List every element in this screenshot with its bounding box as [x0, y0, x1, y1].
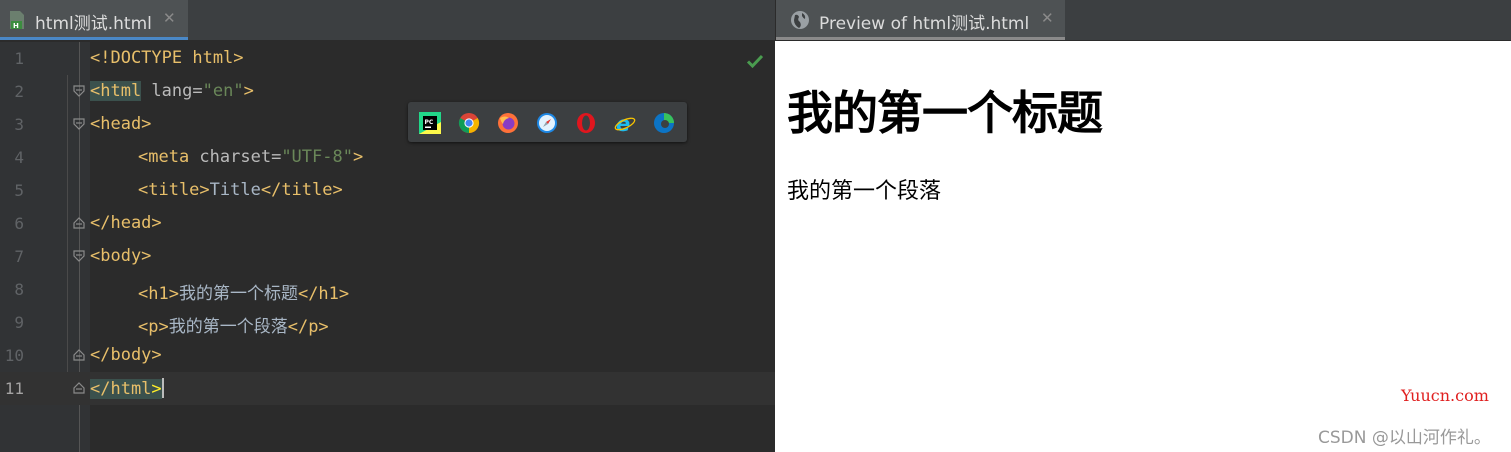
p-open-tag: <p> [138, 317, 169, 337]
close-icon[interactable]: ✕ [1041, 9, 1054, 27]
lang-value: "en" [202, 81, 244, 101]
globe-icon [791, 11, 809, 29]
code-line: 1 <!DOCTYPE html> [0, 42, 775, 75]
line-number: 4 [14, 148, 24, 167]
edge-icon[interactable] [653, 112, 675, 134]
title-close-tag: </title> [260, 180, 343, 200]
pycharm-icon[interactable]: PC [419, 112, 441, 134]
h1-text: 我的第一个标题 [178, 284, 298, 304]
svg-text:PC: PC [425, 119, 434, 126]
title-open-tag: <title> [138, 180, 210, 200]
lang-attribute: lang= [141, 81, 203, 101]
title-text: Title [209, 180, 261, 200]
fold-collapse-icon[interactable] [73, 118, 85, 130]
watermark-site: Yuucn.com [1401, 386, 1489, 405]
body-open-tag: <body> [90, 246, 152, 266]
doctype-text: <!DOCTYPE html> [90, 48, 244, 68]
code-line: 5 <title>Title</title> [0, 174, 775, 207]
fold-expand-icon[interactable] [73, 349, 85, 361]
fold-expand-icon[interactable] [73, 217, 85, 229]
h1-close-tag: </h1> [297, 284, 350, 304]
charset-value: "UTF-8" [281, 147, 353, 167]
safari-icon[interactable] [536, 112, 558, 134]
preview-paragraph: 我的第一个段落 [787, 179, 942, 204]
tab-html-file[interactable]: H html测试.html ✕ [0, 0, 188, 40]
svg-text:H: H [13, 22, 19, 30]
code-line-current: 11 </html> [0, 372, 775, 405]
preview-page[interactable]: 我的第一个标题 我的第一个段落 Yuucn.com CSDN @以山河作礼。 [775, 41, 1511, 452]
line-number: 10 [4, 346, 24, 365]
preview-heading: 我的第一个标题 [787, 86, 1103, 140]
line-number: 11 [4, 379, 24, 398]
code-area[interactable]: 1 <!DOCTYPE html> 2 <html lang="en"> 3 <… [0, 42, 775, 405]
line-number: 7 [14, 247, 24, 266]
fold-collapse-icon[interactable] [73, 85, 85, 97]
p-close-tag: </p> [287, 317, 329, 337]
browser-chooser-popup: PC e [408, 102, 687, 142]
ie-icon[interactable]: e [614, 112, 636, 134]
preview-tab-bar: Preview of html测试.html ✕ [775, 0, 1511, 40]
preview-tab-label: Preview of html测试.html [819, 14, 1030, 34]
p-text: 我的第一个段落 [168, 317, 288, 337]
head-close-tag: </head> [90, 213, 162, 233]
meta-tag: <meta [138, 147, 190, 167]
code-line: 7 <body> [0, 240, 775, 273]
text-caret [161, 378, 164, 398]
tag-end: > [243, 81, 254, 101]
watermark-author: CSDN @以山河作礼。 [1318, 428, 1491, 448]
charset-attribute: charset= [189, 147, 282, 167]
fold-expand-icon[interactable] [73, 382, 85, 394]
html-file-icon: H [10, 11, 24, 30]
line-number: 3 [14, 115, 24, 134]
body-close-tag: </body> [90, 345, 162, 365]
head-open-tag: <head> [90, 114, 152, 134]
firefox-icon[interactable] [497, 112, 519, 134]
code-line: 8 <h1>我的第一个标题</h1> [0, 273, 775, 306]
line-number: 6 [14, 214, 24, 233]
html-open-tag: <html [90, 81, 142, 101]
tag-end: > [352, 147, 364, 167]
chrome-icon[interactable] [458, 112, 480, 134]
code-editor[interactable]: H html测试.html ✕ 1 <!DOCTYPE html> 2 <htm… [0, 0, 775, 452]
editor-tab-bar: H html测试.html ✕ [0, 0, 775, 40]
line-number: 1 [14, 49, 24, 68]
html-close-tag: </html [90, 379, 152, 399]
line-number: 8 [14, 280, 24, 299]
code-line: 10 </body> [0, 339, 775, 372]
opera-icon[interactable] [575, 112, 597, 134]
check-icon[interactable] [746, 52, 764, 70]
tab-preview[interactable]: Preview of html测试.html ✕ [776, 0, 1065, 40]
line-number: 5 [14, 181, 24, 200]
code-line: 9 <p>我的第一个段落</p> [0, 306, 775, 339]
code-line: 4 <meta charset="UTF-8"> [0, 141, 775, 174]
tag-end: > [151, 379, 162, 399]
editor-tab-label: html测试.html [35, 14, 152, 34]
line-number: 2 [14, 82, 24, 101]
close-icon[interactable]: ✕ [163, 9, 176, 27]
line-number: 9 [14, 313, 24, 332]
h1-open-tag: <h1> [138, 284, 179, 304]
code-line: 6 </head> [0, 207, 775, 240]
fold-collapse-icon[interactable] [73, 250, 85, 262]
